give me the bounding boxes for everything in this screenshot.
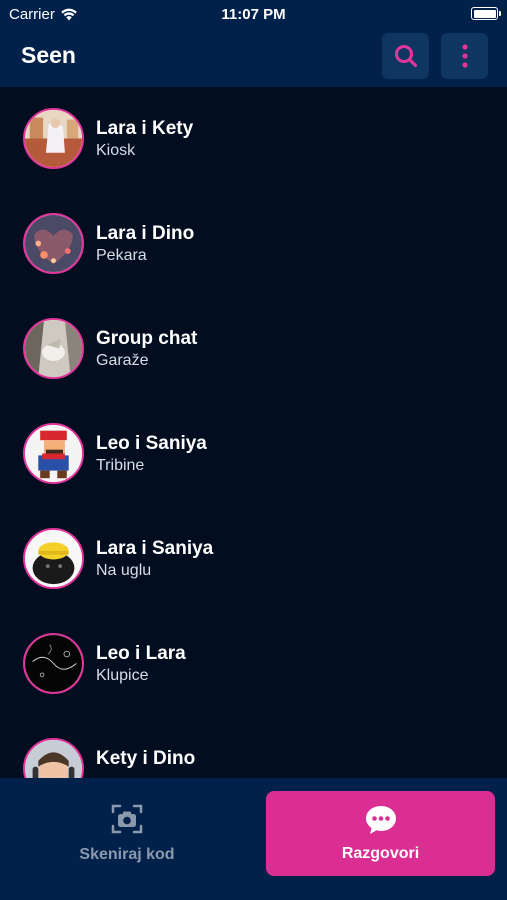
- app-screen: Carrier 11:07 PM Seen Lara i Kety Kiosk …: [0, 0, 507, 900]
- chat-avatar: [23, 423, 84, 484]
- chat-location: Garaže: [96, 352, 149, 369]
- more-options-button[interactable]: [441, 33, 488, 79]
- chat-location: Kiosk: [96, 142, 136, 159]
- chat-name: Kety i Dino: [96, 748, 196, 769]
- chat-item-lara-i-saniya[interactable]: Lara i Saniya Na uglu: [0, 507, 507, 612]
- chat-avatar: [23, 213, 84, 274]
- chat-item-leo-i-lara[interactable]: Leo i Lara Klupice: [0, 612, 507, 717]
- battery-icon: [471, 7, 501, 20]
- camera-icon: [111, 804, 143, 834]
- chat-name: Group chat: [96, 328, 198, 349]
- tab-chats[interactable]: Razgovori: [266, 791, 495, 876]
- chat-item-leo-i-saniya[interactable]: Leo i Saniya Tribine: [0, 402, 507, 507]
- chat-avatar: [23, 633, 84, 694]
- avatar-image: [25, 740, 82, 778]
- tab-scan-label: Skeniraj kod: [79, 846, 175, 863]
- chat-name: Leo i Saniya: [96, 433, 207, 454]
- avatar-image: [25, 320, 82, 377]
- chat-bubble-icon: [365, 806, 396, 834]
- chat-location: Pekara: [96, 247, 147, 264]
- tab-scan-code[interactable]: Skeniraj kod: [12, 790, 242, 876]
- search-icon: [394, 45, 417, 68]
- chat-item-group-chat[interactable]: Group chat Garaže: [0, 297, 507, 402]
- chat-avatar: [23, 108, 84, 169]
- avatar-image: [25, 635, 82, 692]
- status-time: 11:07 PM: [221, 6, 286, 23]
- chat-list[interactable]: Lara i Kety Kiosk Lara i Dino Pekara Gro…: [0, 87, 507, 778]
- chat-name: Leo i Lara: [96, 643, 186, 664]
- avatar-image: [25, 425, 82, 482]
- chat-avatar: [23, 528, 84, 589]
- avatar-image: [25, 530, 82, 587]
- chat-avatar: [23, 318, 84, 379]
- bottom-nav: Skeniraj kod Razgovori: [0, 778, 507, 900]
- avatar-image: [25, 215, 82, 272]
- chat-name: Lara i Kety: [96, 118, 194, 139]
- chat-avatar: [23, 738, 84, 778]
- chat-item-lara-i-kety[interactable]: Lara i Kety Kiosk: [0, 87, 507, 192]
- page-title: Seen: [21, 42, 76, 68]
- search-button[interactable]: [382, 33, 429, 79]
- chat-item-kety-i-dino[interactable]: Kety i Dino: [0, 717, 507, 778]
- chat-name: Lara i Dino: [96, 223, 195, 244]
- chat-location: Na uglu: [96, 562, 152, 579]
- app-header: Seen: [0, 30, 507, 87]
- vertical-dots-icon: [461, 44, 468, 68]
- chat-location: Klupice: [96, 667, 149, 684]
- status-bar: Carrier 11:07 PM: [0, 0, 507, 30]
- tab-chats-label: Razgovori: [341, 845, 420, 862]
- avatar-image: [25, 110, 82, 167]
- chat-location: Tribine: [96, 457, 145, 474]
- chat-name: Lara i Saniya: [96, 538, 214, 559]
- chat-item-lara-i-dino[interactable]: Lara i Dino Pekara: [0, 192, 507, 297]
